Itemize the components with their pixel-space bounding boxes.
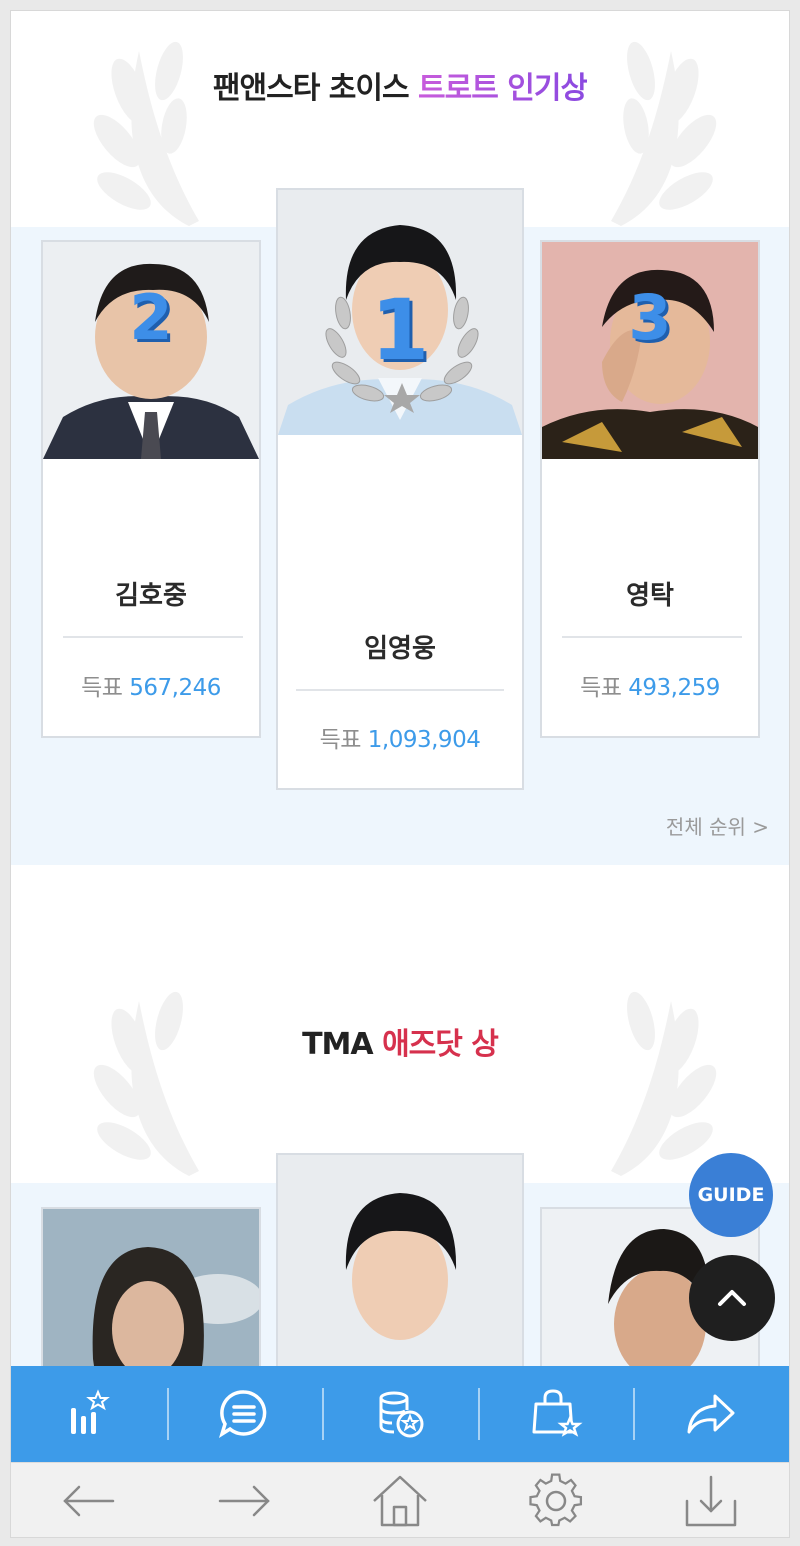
- chevron-up-icon: [718, 1290, 746, 1306]
- ranking-chart-star-icon: [70, 1389, 110, 1434]
- forward-arrow-icon: [219, 1485, 271, 1516]
- artist-name: 임영웅: [364, 634, 436, 664]
- browser-settings-button[interactable]: [478, 1471, 634, 1531]
- home-icon: [373, 1475, 427, 1526]
- full-ranking-link[interactable]: 전체 순위 >: [666, 811, 769, 840]
- laurel-decoration-icon: [93, 41, 199, 226]
- section-title: 팬앤스타 초이스 트로트 인기상: [11, 63, 789, 107]
- share-arrow-icon: [687, 1394, 735, 1434]
- divider: [63, 636, 243, 638]
- toolbar-shop-button[interactable]: [477, 1366, 634, 1462]
- rank-number: 1: [370, 281, 430, 379]
- votes-label: 득표: [81, 675, 123, 701]
- back-arrow-icon: [63, 1485, 115, 1516]
- toolbar-ranking-button[interactable]: [11, 1366, 167, 1462]
- toolbar-share-button[interactable]: [633, 1366, 789, 1462]
- vote-count: 득표 1,093,904: [278, 720, 522, 754]
- votes-label: 득표: [319, 727, 362, 753]
- votes-number: 1,093,904: [367, 727, 481, 753]
- divider: [562, 636, 742, 638]
- votes-number: 493,259: [628, 675, 720, 701]
- download-icon: [685, 1475, 737, 1526]
- chat-bubble-icon: [219, 1390, 267, 1438]
- settings-gear-icon: [528, 1472, 582, 1526]
- title-prefix: TMA: [302, 1027, 374, 1062]
- scroll-top-button[interactable]: [689, 1255, 775, 1341]
- title-highlight: 트로트 인기상: [418, 71, 588, 106]
- browser-forward-button[interactable]: [167, 1471, 323, 1531]
- title-prefix: 팬앤스타 초이스: [212, 71, 410, 106]
- browser-navigation-bar: [11, 1462, 789, 1537]
- rank-number: 3: [628, 281, 672, 354]
- artist-name: 김호중: [115, 581, 187, 611]
- section-title: TMA 애즈닷 상: [11, 1019, 789, 1063]
- rank-1-card[interactable]: 1 임영웅 득표 1,093,904: [276, 188, 524, 790]
- shopping-bag-star-icon: [532, 1389, 583, 1437]
- vote-count: 득표 493,259: [542, 668, 758, 702]
- toolbar-chat-button[interactable]: [166, 1366, 323, 1462]
- app-frame: 팬앤스타 초이스 트로트 인기상 2 김호중 득표 567,246 1 임영웅 …: [10, 10, 790, 1538]
- divider: [296, 689, 504, 691]
- browser-home-button[interactable]: [322, 1471, 478, 1531]
- rank-3-card[interactable]: 3 영탁 득표 493,259: [540, 240, 760, 738]
- laurel-decoration-icon: [611, 41, 717, 226]
- votes-number: 567,246: [129, 675, 221, 701]
- trot-popularity-section: 팬앤스타 초이스 트로트 인기상 2 김호중 득표 567,246 1 임영웅 …: [11, 11, 789, 866]
- title-highlight: 애즈닷 상: [382, 1027, 499, 1062]
- browser-download-button[interactable]: [633, 1471, 789, 1531]
- browser-back-button[interactable]: [11, 1471, 167, 1531]
- laurel-decoration-icon: [93, 991, 199, 1176]
- rank-2-card[interactable]: 2 김호중 득표 567,246: [41, 240, 261, 738]
- laurel-decoration-icon: [611, 991, 717, 1176]
- votes-label: 득표: [580, 675, 622, 701]
- coin-stack-star-icon: [379, 1391, 424, 1438]
- app-toolbar: [11, 1366, 789, 1462]
- vote-count: 득표 567,246: [43, 668, 259, 702]
- artist-name: 영탁: [626, 581, 674, 611]
- toolbar-coin-button[interactable]: [322, 1366, 478, 1462]
- rank-number: 2: [129, 281, 173, 354]
- guide-button[interactable]: GUIDE: [689, 1153, 773, 1237]
